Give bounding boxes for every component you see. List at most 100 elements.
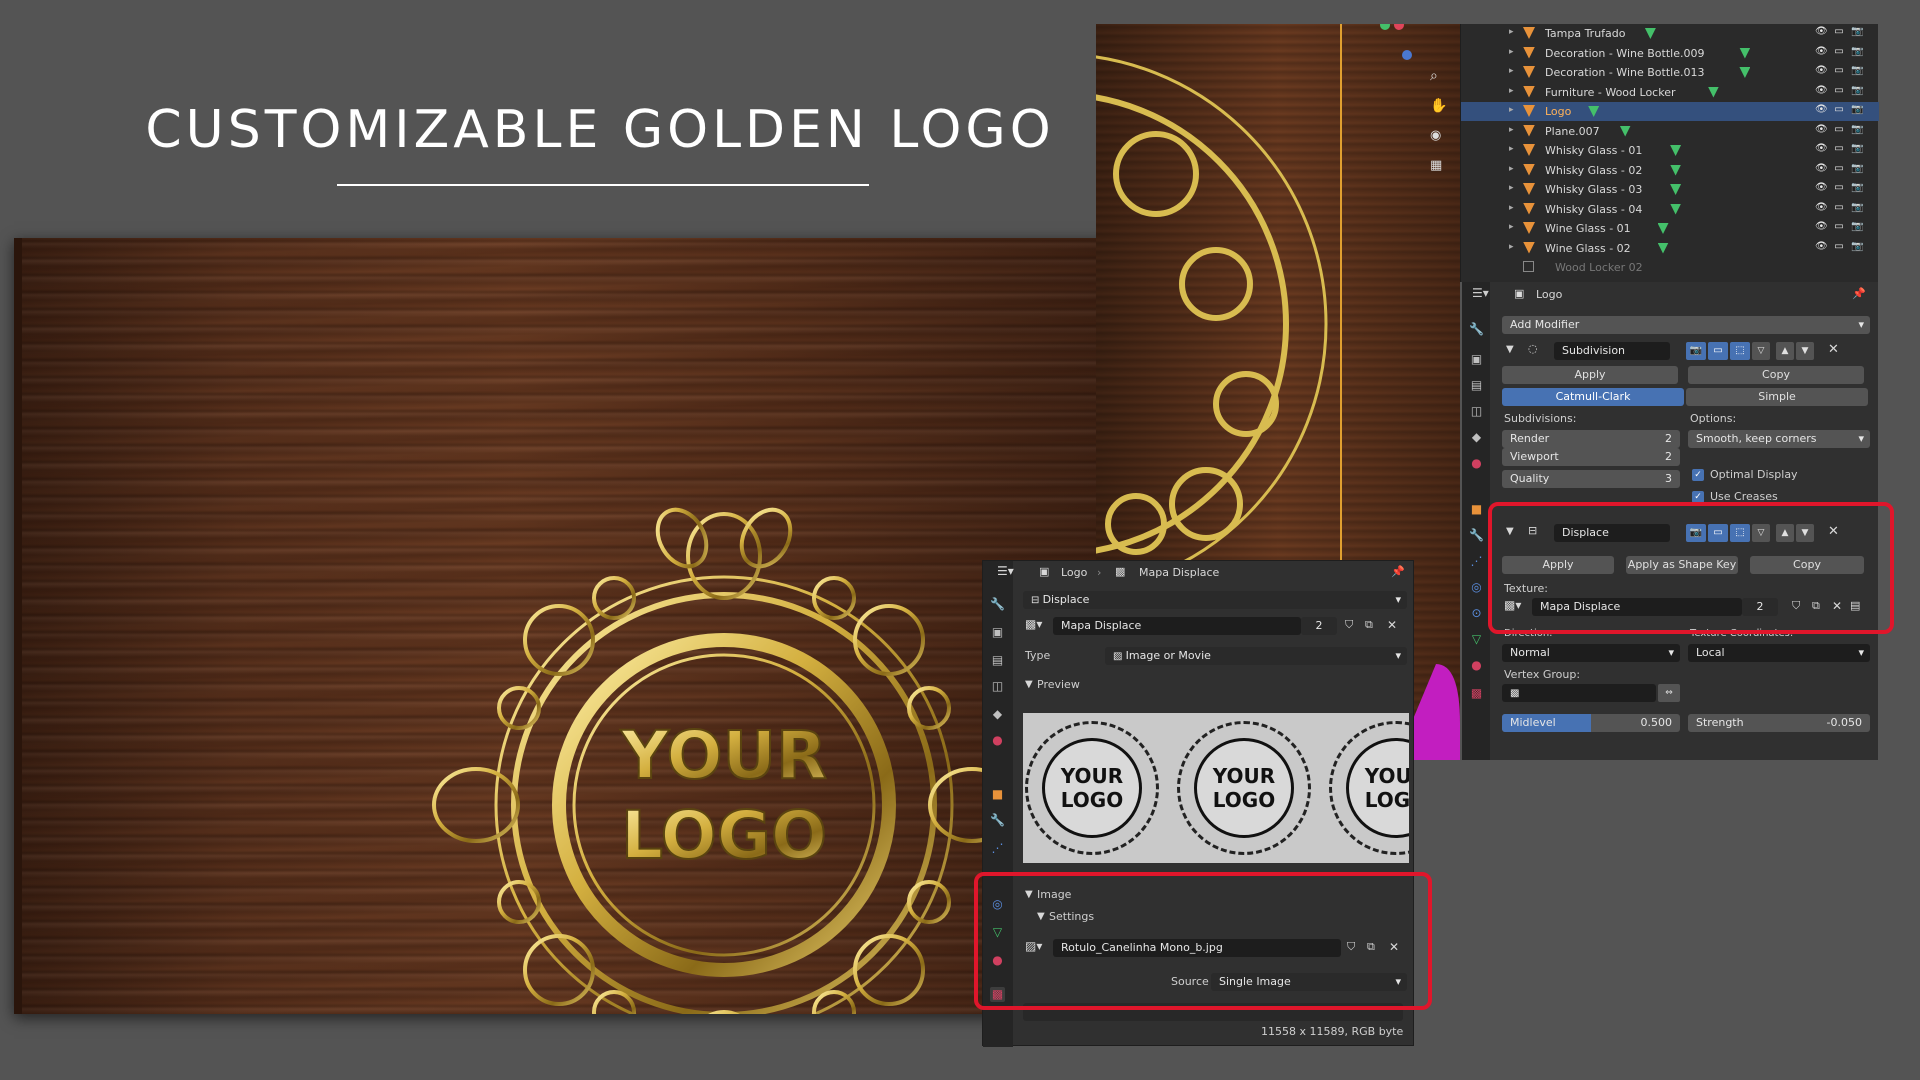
simple-button[interactable]: Simple [1686, 388, 1868, 406]
viewport-disable-icon[interactable]: ▭ [1833, 182, 1845, 194]
expand-arrow-icon[interactable]: ▸ [1509, 86, 1514, 96]
scene-tab-icon[interactable]: ◆ [1469, 430, 1484, 445]
subdivision-copy-button[interactable]: Copy [1688, 366, 1864, 384]
visibility-eye-icon[interactable]: 👁 [1815, 65, 1828, 77]
visibility-eye-icon[interactable]: 👁 [1815, 46, 1828, 58]
preview-collapse-icon[interactable]: ▼ [1025, 679, 1033, 690]
type-dropdown[interactable]: ▨ Image or Movie ▾ [1105, 647, 1407, 665]
outliner-item-name[interactable]: Whisky Glass - 04 [1545, 203, 1642, 216]
render-disable-icon[interactable]: 📷 [1851, 124, 1863, 136]
particles-tab-icon[interactable]: ⋰ [1469, 554, 1484, 569]
outliner-row[interactable]: ▸ Furniture - Wood Locker 👁 ▭ 📷 [1461, 83, 1879, 102]
visibility-eye-icon[interactable]: 👁 [1815, 143, 1828, 155]
visibility-eye-icon[interactable]: 👁 [1815, 221, 1828, 233]
camera-view-icon[interactable]: ◉ [1430, 128, 1441, 143]
subdivision-editmode-toggle-icon[interactable]: ⬚ [1730, 342, 1750, 360]
add-modifier-dropdown[interactable]: Add Modifier ▾ [1502, 316, 1870, 334]
outliner-item-name[interactable]: Plane.007 [1545, 125, 1600, 138]
render-disable-icon[interactable]: 📷 [1851, 46, 1863, 58]
render-disable-icon[interactable]: 📷 [1851, 104, 1863, 116]
expand-arrow-icon[interactable]: ▸ [1509, 242, 1514, 252]
subdivision-viewport-toggle-icon[interactable]: ▭ [1708, 342, 1728, 360]
catmull-clark-button[interactable]: Catmull-Clark [1502, 388, 1684, 406]
viewport-disable-icon[interactable]: ▭ [1833, 85, 1845, 97]
render-tab-icon[interactable]: ▣ [1469, 352, 1484, 367]
subdivision-name-field[interactable]: Subdivision [1554, 342, 1670, 360]
tex-fake-user-icon[interactable]: ⛉ [1345, 618, 1353, 632]
outliner-row[interactable]: ▸ Decoration - Wine Bottle.009 👁 ▭ 📷 [1461, 44, 1879, 63]
tex-modifier-tab-icon[interactable]: 🔧 [990, 813, 1005, 828]
quality-field[interactable]: Quality 3 [1502, 470, 1680, 488]
texture-tab-icon[interactable]: ▩ [1469, 686, 1484, 701]
outliner-row[interactable]: ▸ Tampa Trufado 👁 ▭ 📷 [1461, 24, 1879, 43]
outliner-item-name[interactable]: Decoration - Wine Bottle.009 [1545, 47, 1704, 60]
expand-arrow-icon[interactable]: ▸ [1509, 222, 1514, 232]
render-disable-icon[interactable]: 📷 [1851, 202, 1863, 214]
viewport-disable-icon[interactable]: ▭ [1833, 104, 1845, 116]
outliner-item-name[interactable]: Whisky Glass - 03 [1545, 183, 1642, 196]
outliner-item-name[interactable]: Whisky Glass - 02 [1545, 164, 1642, 177]
render-disable-icon[interactable]: 📷 [1851, 221, 1863, 233]
tex-render-tab-icon[interactable]: ▣ [990, 625, 1005, 640]
outliner-item-name[interactable]: Wine Glass - 02 [1545, 242, 1631, 255]
constraints-tab-icon[interactable]: ⊙ [1469, 606, 1484, 621]
viewport-disable-icon[interactable]: ▭ [1833, 202, 1845, 214]
outliner-item-name[interactable]: Whisky Glass - 01 [1545, 144, 1642, 157]
invert-vertex-group-icon[interactable]: ⇔ [1658, 684, 1680, 702]
visibility-eye-icon[interactable]: 👁 [1815, 26, 1828, 38]
modifier-tab-icon[interactable]: 🔧 [1469, 528, 1484, 543]
render-disable-icon[interactable]: 📷 [1851, 163, 1863, 175]
viewport-disable-icon[interactable]: ▭ [1833, 241, 1845, 253]
visibility-eye-icon[interactable]: 👁 [1815, 104, 1828, 116]
tex-duplicate-icon[interactable]: ⧉ [1365, 618, 1373, 632]
viewport-disable-icon[interactable]: ▭ [1833, 163, 1845, 175]
viewport-disable-icon[interactable]: ▭ [1833, 46, 1845, 58]
outliner-row[interactable]: ▸ Whisky Glass - 03 👁 ▭ 📷 [1461, 180, 1879, 199]
expand-arrow-icon[interactable]: ▸ [1509, 47, 1514, 57]
render-disable-icon[interactable]: 📷 [1851, 26, 1863, 38]
viewport-disable-icon[interactable]: ▭ [1833, 221, 1845, 233]
outliner-item-name[interactable]: Wood Locker 02 [1555, 261, 1643, 274]
render-disable-icon[interactable]: 📷 [1851, 182, 1863, 194]
visibility-eye-icon[interactable]: 👁 [1815, 182, 1828, 194]
tex-output-tab-icon[interactable]: ▤ [990, 653, 1005, 668]
outliner-item-name[interactable]: Logo [1545, 105, 1571, 118]
subdivision-apply-button[interactable]: Apply [1502, 366, 1678, 384]
outliner-row[interactable]: ▸ Wine Glass - 01 👁 ▭ 📷 [1461, 219, 1879, 238]
tex-view-layer-tab-icon[interactable]: ◫ [990, 679, 1005, 694]
subdivision-render-toggle-icon[interactable]: 📷 [1686, 342, 1706, 360]
viewport-disable-icon[interactable]: ▭ [1833, 65, 1845, 77]
subdivision-remove-icon[interactable]: ✕ [1828, 342, 1839, 357]
expand-arrow-icon[interactable]: ▸ [1509, 66, 1514, 76]
outliner-row[interactable]: ▸ Decoration - Wine Bottle.013 👁 ▭ 📷 [1461, 63, 1879, 82]
preview-label[interactable]: Preview [1037, 678, 1080, 691]
optimal-display-checkbox[interactable]: ✓ [1692, 469, 1704, 481]
tex-editor-type-icon[interactable]: ☰▾ [997, 564, 1014, 578]
outliner-item-name[interactable]: Tampa Trufado [1545, 27, 1626, 40]
render-disable-icon[interactable]: 📷 [1851, 143, 1863, 155]
outliner-row[interactable]: ▸ Wine Glass - 02 👁 ▭ 📷 [1461, 239, 1879, 258]
outliner-item-name[interactable]: Furniture - Wood Locker [1545, 86, 1676, 99]
outliner-row[interactable]: ▸ Whisky Glass - 02 👁 ▭ 📷 [1461, 161, 1879, 180]
visibility-eye-icon[interactable]: 👁 [1815, 202, 1828, 214]
ortho-grid-icon[interactable]: ▦ [1430, 158, 1442, 173]
tex-world-tab-icon[interactable]: ● [990, 733, 1005, 748]
tex-unlink-icon[interactable]: ✕ [1387, 618, 1397, 632]
subdivision-move-down-icon[interactable]: ▼ [1796, 342, 1814, 360]
tex-users-count[interactable]: 2 [1301, 617, 1337, 635]
subdivision-collapse-icon[interactable]: ▼ [1506, 344, 1514, 355]
data-tab-icon[interactable]: ▽ [1469, 632, 1484, 647]
render-disable-icon[interactable]: 📷 [1851, 85, 1863, 97]
expand-arrow-icon[interactable]: ▸ [1509, 125, 1514, 135]
tex-tool-tab-icon[interactable]: 🔧 [990, 597, 1005, 612]
physics-tab-icon[interactable]: ◎ [1469, 580, 1484, 595]
tex-name-field[interactable]: Mapa Displace [1053, 617, 1301, 635]
expand-arrow-icon[interactable]: ▸ [1509, 183, 1514, 193]
outliner-row[interactable]: ▸ Logo 👁 ▭ 📷 [1461, 102, 1879, 121]
visibility-eye-icon[interactable]: 👁 [1815, 124, 1828, 136]
visibility-eye-icon[interactable]: 👁 [1815, 163, 1828, 175]
object-tab-icon[interactable]: ■ [1469, 502, 1484, 517]
direction-dropdown[interactable]: Normal ▾ [1502, 644, 1680, 662]
viewport-disable-icon[interactable]: ▭ [1833, 143, 1845, 155]
texture-user-dropdown[interactable]: ⊟ Displace ▾ [1023, 591, 1407, 609]
